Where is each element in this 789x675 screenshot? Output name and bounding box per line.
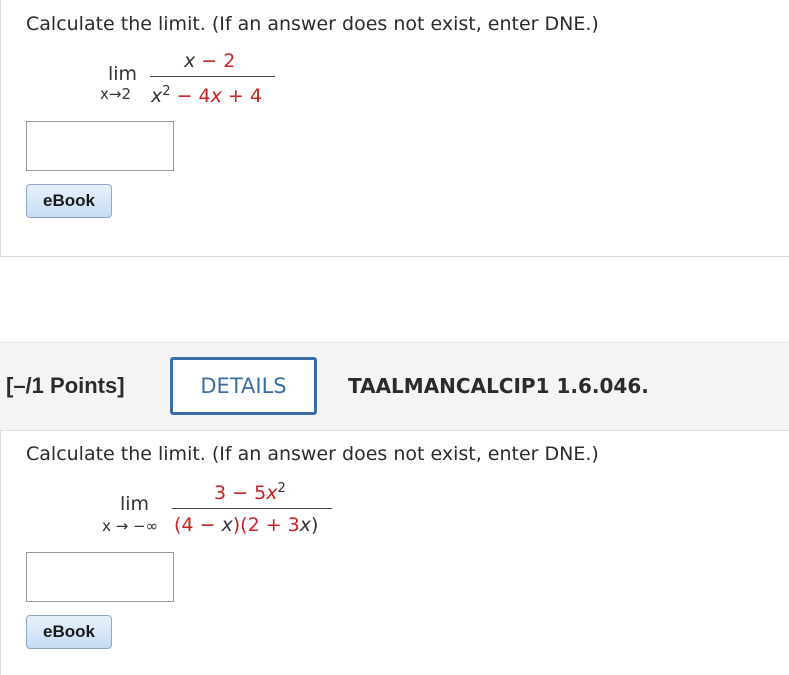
fraction-bar [150,76,275,77]
question-1-prompt: Calculate the limit. (If an answer does … [26,13,599,35]
answer-input-2[interactable] [26,552,174,602]
fraction-numerator: x − 2 [184,50,236,72]
limit-subscript: x→2 [100,85,131,103]
points-label: [–/1 Points] [6,373,125,398]
ebook-button-1[interactable]: eBook [26,184,112,218]
details-button[interactable]: DETAILS [170,357,317,415]
question-2-prompt: Calculate the limit. (If an answer does … [26,443,599,465]
fraction-bar [172,508,332,509]
ebook-button-2[interactable]: eBook [26,615,112,649]
fraction-denominator: (4 − x)(2 + 3x) [174,514,319,536]
fraction-denominator: x2 − 4x + 4 [151,84,262,107]
fraction-numerator: 3 − 5x2 [214,481,286,504]
question-1-panel: Calculate the limit. (If an answer does … [0,0,789,257]
limit-operator: lim [108,63,138,85]
limit-operator: lim [120,493,150,515]
answer-input-1[interactable] [26,121,174,171]
limit-subscript: x → −∞ [102,517,159,535]
question-2-header: [–/1 Points] DETAILS TAALMANCALCIP1 1.6.… [0,342,789,431]
question-reference: TAALMANCALCIP1 1.6.046. [348,374,649,398]
question-2-panel: Calculate the limit. (If an answer does … [0,431,789,675]
